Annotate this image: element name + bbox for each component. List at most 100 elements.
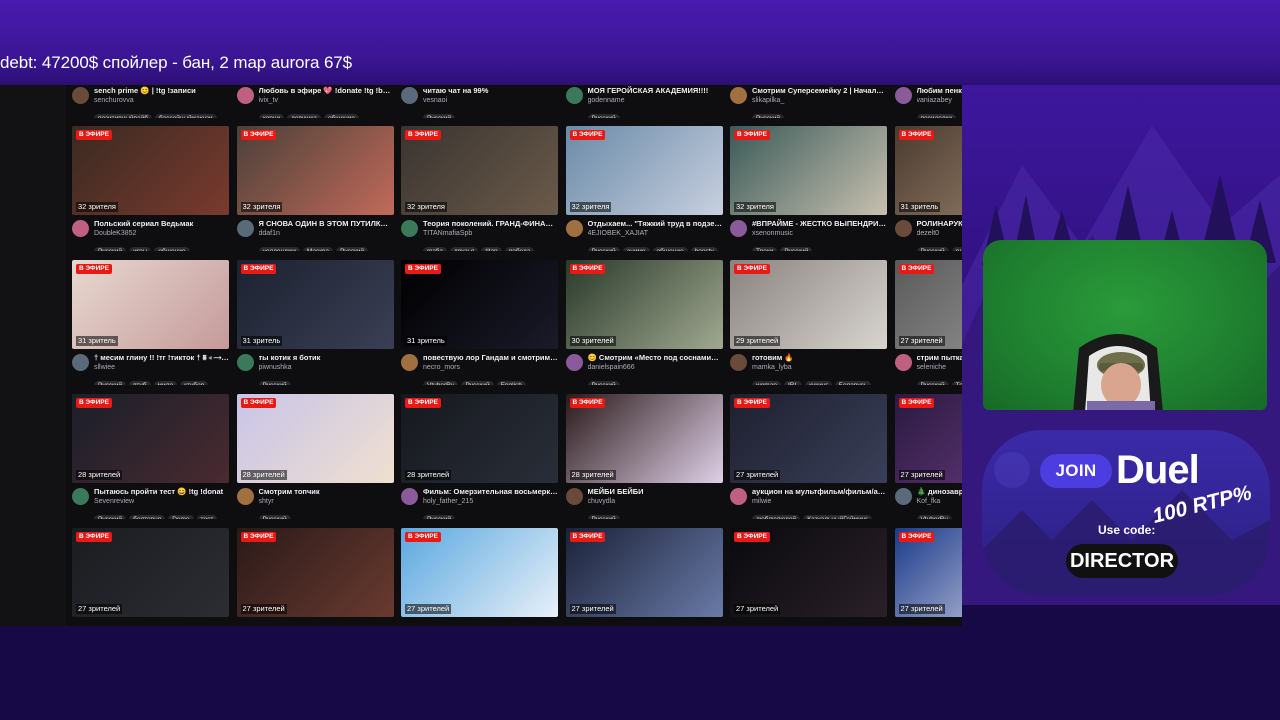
stream-thumbnail[interactable]: В ЭФИРЕ 28 зрителей: [72, 394, 229, 483]
stream-tag[interactable]: победа: [504, 247, 535, 251]
channel-name[interactable]: chuvydla: [588, 497, 723, 506]
stream-title[interactable]: стрим пытка...: [917, 353, 963, 363]
channel-name[interactable]: vesnaoi: [423, 96, 558, 105]
stream-tag[interactable]: woman: [752, 381, 781, 385]
stream-title[interactable]: читаю чат на 99%: [423, 86, 558, 96]
channel-avatar[interactable]: [72, 220, 89, 237]
stream-tag[interactable]: Русский: [587, 247, 620, 251]
channel-name[interactable]: mamka_lyba: [752, 363, 887, 372]
stream-title[interactable]: sench prime 😊 | !tg !записи: [94, 86, 229, 96]
channel-name[interactable]: Sevenreview: [94, 497, 229, 506]
stream-tag[interactable]: болтовня: [129, 515, 166, 519]
stream-card[interactable]: В ЭФИРЕ 28 зрителей Смотрим топчикshtyr Рус…: [236, 394, 394, 528]
stream-thumbnail[interactable]: В ЭФИРЕ 27 зрителей: [236, 528, 394, 617]
stream-card[interactable]: В ЭФИРЕ 28 зрителей Пытаюсь пройти тест 😄 …: [72, 394, 229, 528]
channel-name[interactable]: 4EJIOBEK_XAJIAT: [588, 229, 723, 238]
stream-meta-top[interactable]: МОЯ ГЕРОЙСКАЯ АКАДЕМИЯ!!!!godenname Русск…: [565, 85, 723, 125]
stream-tag[interactable]: Русский: [587, 114, 620, 118]
stream-tag[interactable]: люблюлюдей: [752, 515, 801, 519]
stream-tag[interactable]: Русский: [780, 247, 813, 251]
stream-thumbnail[interactable]: В ЭФИРЕ 31 зритель: [72, 260, 229, 349]
stream-card[interactable]: В ЭФИРЕ 28 зрителей Фильм: Омерзительная в…: [401, 394, 558, 528]
stream-title[interactable]: Польский сериал Ведьмак: [94, 219, 229, 229]
stream-thumbnail[interactable]: В ЭФИРЕ 29 зрителей: [730, 260, 887, 349]
stream-thumbnail[interactable]: В ЭФИРЕ 28 зрителей: [236, 394, 394, 483]
channel-name[interactable]: necro_mors: [423, 363, 558, 372]
stream-tag[interactable]: позитивныйвайб: [94, 114, 152, 118]
channel-name[interactable]: ivix_tv: [259, 96, 394, 105]
stream-thumbnail[interactable]: В ЭФИРЕ 28 зрителей: [565, 394, 723, 483]
stream-tag[interactable]: Русский: [94, 515, 127, 519]
stream-tag[interactable]: Demo: [168, 515, 194, 519]
stream-title[interactable]: † месим глину !! !тг !тикток † ⩩ ◃ ⟶ ⊀ ⟵: [94, 353, 229, 363]
channel-avatar[interactable]: [401, 220, 418, 237]
channel-avatar[interactable]: [401, 87, 418, 104]
stream-card[interactable]: В ЭФИРЕ 27 зрителей: [894, 528, 962, 626]
stream-title[interactable]: Любовь в эфире 💖 !donate !tg !boosty: [259, 86, 394, 96]
stream-tag[interactable]: mafia: [423, 247, 447, 251]
channel-avatar[interactable]: [894, 488, 912, 505]
stream-tag[interactable]: Русский: [916, 381, 949, 385]
stream-tag[interactable]: ru: [951, 247, 962, 251]
stream-title[interactable]: 🎄 динозаври...: [917, 487, 963, 497]
stream-thumbnail[interactable]: В ЭФИРЕ 32 зрителя: [236, 126, 394, 215]
stream-card[interactable]: В ЭФИРЕ 31 зритель повествую лор Гандам и …: [401, 260, 558, 394]
stream-thumbnail[interactable]: В ЭФИРЕ 30 зрителей: [565, 260, 723, 349]
stream-tag[interactable]: English: [496, 381, 526, 385]
stream-title[interactable]: МЕЙБИ БЕЙБИ: [588, 487, 723, 497]
stream-meta-top[interactable]: Смотрим Суперсемейку 2 | Начало в ... sli…: [730, 85, 887, 125]
stream-tag[interactable]: втуб: [129, 381, 151, 385]
stream-meta-top[interactable]: Любовь в эфире 💖 !donate !tg !boosty ivix…: [236, 85, 394, 125]
stream-card[interactable]: В ЭФИРЕ 27 зрителей: [730, 528, 887, 626]
channel-name[interactable]: milwie: [752, 497, 887, 506]
stream-card[interactable]: В ЭФИРЕ 32 зрителя #ВПРАЙМЕ - ЖЕСТКО ВЫПЕН…: [730, 126, 887, 260]
channel-avatar[interactable]: [236, 220, 254, 237]
stream-meta-top[interactable]: Любим пенкуvaniazabey посиделки: [894, 85, 963, 125]
stream-tag[interactable]: Русский: [258, 515, 291, 519]
stream-card[interactable]: В ЭФИРЕ 27 зрителей стрим пытка...selenich…: [894, 260, 963, 394]
stream-thumbnail[interactable]: В ЭФИРЕ 27 зрителей: [401, 528, 558, 617]
channel-avatar[interactable]: [565, 354, 583, 371]
channel-name[interactable]: shtyr: [259, 497, 394, 506]
stream-card[interactable]: В ЭФИРЕ 27 зрителей: [565, 528, 723, 626]
stream-tag[interactable]: тест: [196, 515, 218, 519]
stream-card[interactable]: В ЭФИРЕ 27 зрителей: [236, 528, 394, 626]
channel-name[interactable]: piwnushka: [259, 363, 394, 372]
stream-tag[interactable]: кукинг: [805, 381, 832, 385]
stream-tag[interactable]: челленджи: [258, 247, 300, 251]
stream-title[interactable]: Смотрим Суперсемейку 2 | Начало в ...: [752, 86, 887, 96]
channel-name[interactable]: Kof_fka: [917, 497, 963, 506]
stream-tag[interactable]: Русский: [258, 381, 291, 385]
stream-title[interactable]: Любим пенку: [917, 86, 963, 96]
stream-card[interactable]: В ЭФИРЕ 31 зритель РОЛИНАРУКИdezelt0 Русски…: [894, 126, 962, 260]
stream-tag[interactable]: VtuberRu: [916, 515, 952, 519]
stream-tag[interactable]: VtuberRu: [423, 381, 459, 385]
stream-card[interactable]: В ЭФИРЕ 30 зрителей 😊 Смотрим «Место под с…: [565, 260, 723, 394]
stream-title[interactable]: МОЯ ГЕРОЙСКАЯ АКАДЕМИЯ!!!!: [588, 86, 723, 96]
stream-tag[interactable]: Русский: [336, 247, 369, 251]
stream-thumbnail[interactable]: В ЭФИРЕ 31 зритель: [236, 260, 394, 349]
stream-title[interactable]: #ВПРАЙМЕ - ЖЕСТКО ВЫПЕНДРИВА...: [752, 219, 887, 229]
channel-avatar[interactable]: [401, 354, 418, 371]
stream-title[interactable]: Я СНОВА ОДИН В ЭТОМ ПУТИЛКОВО ...: [259, 219, 394, 229]
stream-tag[interactable]: КазуальныйГейминг: [803, 515, 872, 519]
stream-card[interactable]: В ЭФИРЕ 27 зрителей аукцион на мультфильм/…: [730, 394, 887, 528]
stream-tag[interactable]: бассейныйжакузи: [154, 114, 217, 118]
channel-avatar[interactable]: [894, 354, 912, 371]
channel-name[interactable]: slikapilka_: [752, 96, 887, 105]
channel-avatar[interactable]: [565, 488, 583, 505]
stream-tag[interactable]: общение: [323, 114, 360, 118]
stream-tag[interactable]: Русский: [94, 381, 127, 385]
stream-card[interactable]: В ЭФИРЕ 32 зрителя Отдыхаем... "Тяжкий тру…: [565, 126, 723, 260]
channel-name[interactable]: danielspain666: [588, 363, 723, 372]
stream-thumbnail[interactable]: В ЭФИРЕ 27 зрителей: [565, 528, 723, 617]
stream-tag[interactable]: Русский: [587, 515, 620, 519]
stream-title[interactable]: Теория поколений. ГРАНД-ФИНАЛ ко...: [423, 219, 558, 229]
stream-tag[interactable]: Русский: [94, 247, 127, 251]
stream-tag[interactable]: Тест: [951, 381, 962, 385]
stream-title[interactable]: ты котик я ботик: [259, 353, 394, 363]
stream-tag[interactable]: Русский: [587, 381, 620, 385]
stream-thumbnail[interactable]: В ЭФИРЕ 27 зрителей: [894, 260, 962, 349]
channel-name[interactable]: seleniche: [917, 363, 963, 372]
stream-tag[interactable]: общение: [154, 247, 190, 251]
